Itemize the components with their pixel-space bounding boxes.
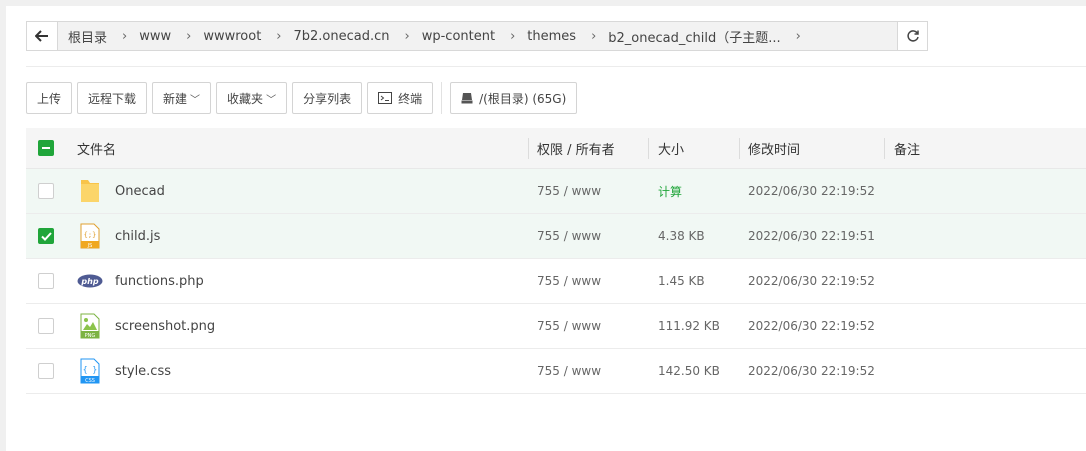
chevron-right-icon: › (591, 28, 597, 44)
css-file-icon: { } CSS (77, 357, 103, 385)
column-header-time[interactable]: 修改时间 (748, 139, 800, 158)
chevron-right-icon: › (122, 28, 128, 44)
toolbar: 上传 远程下载 新建 ﹀ 收藏夹 ﹀ 分享列表 终端 /(根目录) (65G) (26, 82, 582, 114)
file-mtime: 2022/06/30 22:19:52 (748, 319, 875, 333)
file-table: 文件名 权限 / 所有者 大小 修改时间 备注 Onecad 755 / www… (26, 128, 1086, 394)
chevron-right-icon: › (510, 28, 516, 44)
file-permission[interactable]: 755 / www (537, 229, 601, 243)
svg-text:CSS: CSS (85, 378, 95, 384)
path-bar: 根目录 › www › wwwroot › 7b2.onecad.cn › wp-con… (26, 21, 928, 51)
file-size: 111.92 KB (658, 319, 720, 333)
arrow-left-icon (35, 30, 48, 42)
chevron-right-icon: › (795, 28, 801, 44)
favorites-dropdown-button[interactable]: 收藏夹 ﹀ (216, 82, 288, 114)
terminal-button[interactable]: 终端 (367, 82, 434, 114)
chevron-right-icon: › (276, 28, 282, 44)
column-header-perm[interactable]: 权限 / 所有者 (537, 139, 615, 158)
refresh-button[interactable] (898, 21, 928, 51)
back-button[interactable] (26, 21, 58, 51)
chevron-down-icon: ﹀ (190, 94, 201, 106)
row-checkbox[interactable] (38, 228, 54, 244)
upload-button[interactable]: 上传 (26, 82, 73, 114)
minus-icon (42, 147, 50, 149)
js-file-icon: {;} JS (77, 222, 103, 250)
breadcrumb-item-domain[interactable]: 7b2.onecad.cn › (294, 29, 422, 44)
file-size: 142.50 KB (658, 364, 720, 378)
chevron-right-icon: › (186, 28, 192, 44)
chevron-down-icon: ﹀ (266, 94, 277, 106)
breadcrumb-item-wp-content[interactable]: wp-content › (422, 29, 528, 44)
share-list-button[interactable]: 分享列表 (292, 82, 363, 114)
breadcrumb-item-current[interactable]: b2_onecad_child（子主题... › (608, 27, 813, 46)
chevron-right-icon: › (404, 28, 410, 44)
toolbar-divider (441, 82, 443, 114)
file-name[interactable]: screenshot.png (115, 319, 215, 334)
svg-text:{ }: { } (83, 365, 97, 374)
table-header: 文件名 权限 / 所有者 大小 修改时间 备注 (26, 128, 1086, 169)
svg-text:PNG: PNG (85, 333, 96, 339)
file-size: 1.45 KB (658, 274, 705, 288)
breadcrumb-item-root[interactable]: 根目录 › (68, 27, 139, 46)
column-header-note: 备注 (894, 142, 921, 158)
row-checkbox[interactable] (38, 273, 54, 289)
terminal-icon (378, 92, 393, 104)
svg-text:{;}: {;} (84, 231, 97, 239)
table-row[interactable]: php functions.php 755 / www 1.45 KB 2022… (26, 259, 1086, 304)
column-header-name[interactable]: 文件名 (77, 139, 116, 158)
file-name[interactable]: functions.php (115, 274, 204, 289)
row-checkbox[interactable] (38, 318, 54, 334)
breadcrumb-item-wwwroot[interactable]: wwwroot › (203, 29, 293, 44)
select-all-checkbox[interactable] (38, 140, 54, 156)
breadcrumb-item-themes[interactable]: themes › (527, 29, 608, 44)
divider (26, 66, 1086, 67)
php-file-icon: php (77, 267, 103, 295)
row-checkbox[interactable] (38, 363, 54, 379)
hard-drive-icon (461, 93, 473, 104)
new-dropdown-button[interactable]: 新建 ﹀ (152, 82, 212, 114)
file-name[interactable]: Onecad (115, 184, 165, 199)
folder-icon (77, 177, 103, 205)
breadcrumb-item-www[interactable]: www › (139, 29, 203, 44)
table-row[interactable]: PNG screenshot.png 755 / www 111.92 KB 2… (26, 304, 1086, 349)
file-permission[interactable]: 755 / www (537, 184, 601, 198)
file-size: 4.38 KB (658, 229, 705, 243)
row-checkbox[interactable] (38, 183, 54, 199)
file-name[interactable]: child.js (115, 229, 160, 244)
disk-button[interactable]: /(根目录) (65G) (450, 82, 578, 114)
check-icon (40, 231, 52, 241)
file-permission[interactable]: 755 / www (537, 364, 601, 378)
file-permission[interactable]: 755 / www (537, 274, 601, 288)
remote-download-button[interactable]: 远程下载 (77, 82, 148, 114)
file-mtime: 2022/06/30 22:19:52 (748, 274, 875, 288)
file-permission[interactable]: 755 / www (537, 319, 601, 333)
table-row[interactable]: Onecad 755 / www 计算 2022/06/30 22:19:52 (26, 169, 1086, 214)
table-row[interactable]: {;} JS child.js 755 / www 4.38 KB 2022/0… (26, 214, 1086, 259)
svg-text:JS: JS (87, 243, 93, 249)
file-mtime: 2022/06/30 22:19:52 (748, 364, 875, 378)
svg-text:php: php (80, 277, 98, 286)
file-mtime: 2022/06/30 22:19:51 (748, 229, 875, 243)
file-mtime: 2022/06/30 22:19:52 (748, 184, 875, 198)
refresh-icon (906, 30, 919, 42)
table-row[interactable]: { } CSS style.css 755 / www 142.50 KB 20… (26, 349, 1086, 394)
breadcrumb: 根目录 › www › wwwroot › 7b2.onecad.cn › wp-con… (58, 21, 898, 51)
calculate-size-link[interactable]: 计算 (658, 183, 682, 200)
png-file-icon: PNG (77, 312, 103, 340)
file-name[interactable]: style.css (115, 364, 171, 379)
column-header-size[interactable]: 大小 (658, 139, 684, 158)
file-manager-panel: 根目录 › www › wwwroot › 7b2.onecad.cn › wp-con… (6, 6, 1086, 451)
